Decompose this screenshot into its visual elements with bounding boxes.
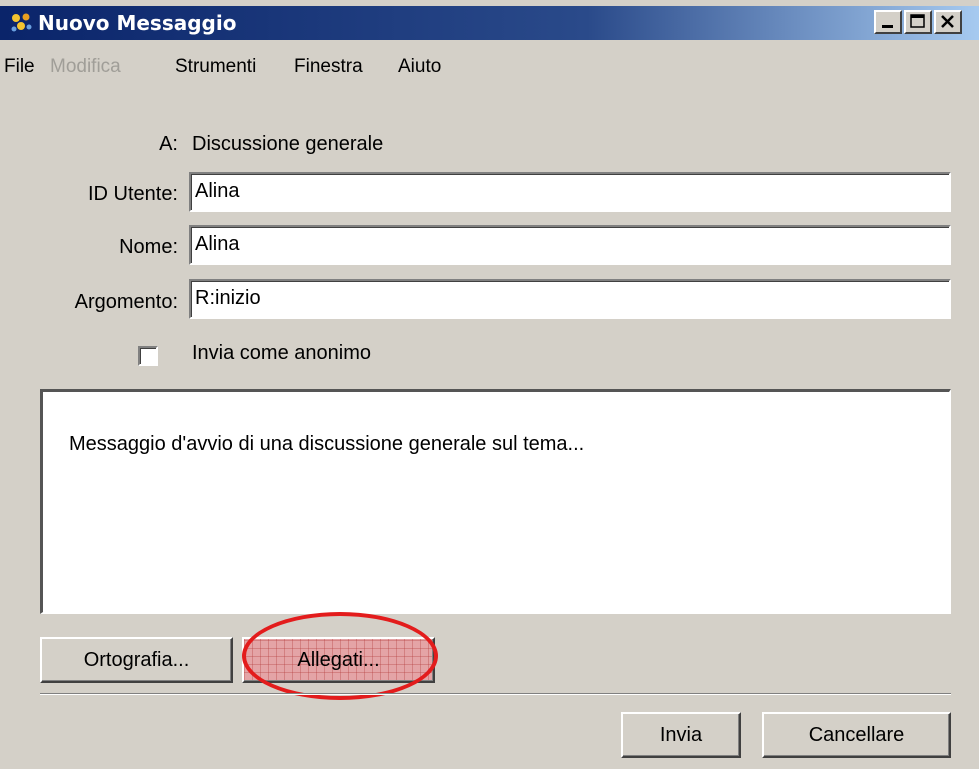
menu-finestra[interactable]: Finestra: [294, 56, 363, 78]
anonymous-checkbox[interactable]: [138, 346, 158, 366]
menu-bar: File Modifica Strumenti Finestra Aiuto: [0, 48, 979, 78]
close-button[interactable]: [934, 10, 962, 34]
close-icon: [941, 15, 954, 28]
anonymous-label: Invia come anonimo: [192, 342, 371, 364]
maximize-icon: [910, 14, 925, 28]
attachments-button[interactable]: Allegati...: [242, 637, 435, 683]
menu-file[interactable]: File: [4, 56, 35, 78]
user-id-field[interactable]: Alina: [189, 172, 951, 212]
title-bar[interactable]: Nuovo Messaggio: [0, 6, 979, 40]
message-body-textarea[interactable]: Messaggio d'avvio di una discussione gen…: [40, 389, 951, 614]
send-button[interactable]: Invia: [621, 712, 741, 758]
name-label: Nome:: [119, 236, 178, 258]
menu-aiuto[interactable]: Aiuto: [398, 56, 441, 78]
to-label: A:: [159, 133, 178, 155]
people-app-icon: [10, 13, 34, 35]
menu-modifica[interactable]: Modifica: [50, 56, 121, 78]
cancel-button[interactable]: Cancellare: [762, 712, 951, 758]
menu-strumenti[interactable]: Strumenti: [175, 56, 256, 78]
button-separator: [40, 693, 951, 695]
user-id-label: ID Utente:: [87, 183, 178, 205]
message-body-text: Messaggio d'avvio di una discussione gen…: [69, 433, 585, 455]
maximize-button[interactable]: [904, 10, 932, 34]
subject-label: Argomento:: [74, 291, 178, 313]
name-field[interactable]: Alina: [189, 225, 951, 265]
new-message-window: Nuovo Messaggio File Modifica Strumenti …: [0, 0, 979, 769]
to-value: Discussione generale: [192, 133, 384, 155]
minimize-button[interactable]: [874, 10, 902, 34]
subject-field[interactable]: R:inizio: [189, 279, 951, 319]
window-title: Nuovo Messaggio: [38, 11, 237, 35]
spelling-button[interactable]: Ortografia...: [40, 637, 233, 683]
minimize-icon: [882, 25, 893, 28]
